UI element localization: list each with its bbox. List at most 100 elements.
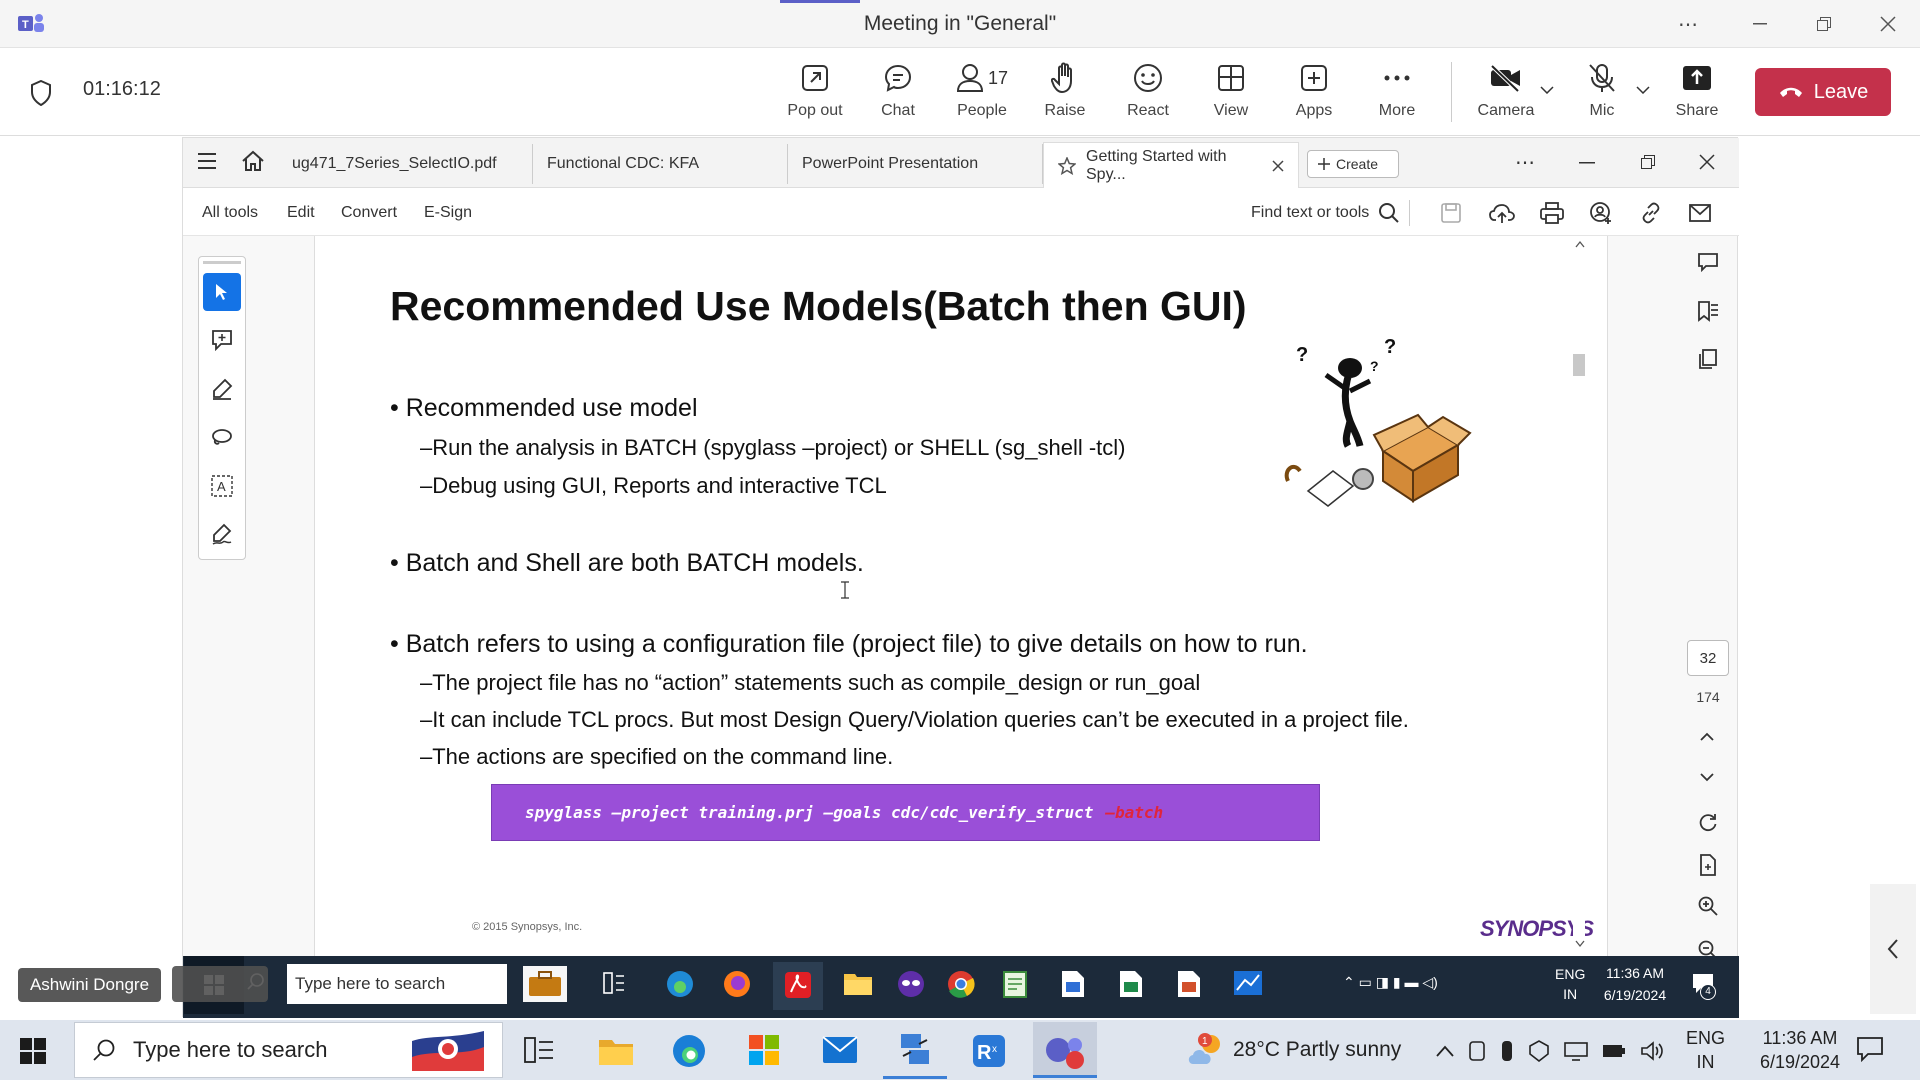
- acrobat-close-icon[interactable]: [1699, 154, 1715, 170]
- mail-icon[interactable]: [822, 1036, 858, 1064]
- teams-active-indicator: [1033, 1075, 1097, 1078]
- tab-selectio-pdf[interactable]: ug471_7Series_SelectIO.pdf: [278, 144, 533, 184]
- menu-all-tools[interactable]: All tools: [202, 204, 258, 222]
- zoom-in-icon[interactable]: [1698, 896, 1718, 916]
- search-icon[interactable]: [1378, 202, 1400, 224]
- tray-expand-icon[interactable]: [1436, 1045, 1454, 1057]
- chat-button[interactable]: Chat: [858, 60, 938, 128]
- pages-panel-icon[interactable]: [1697, 348, 1719, 370]
- task-view-icon[interactable]: [523, 1036, 555, 1064]
- bookmarks-panel-icon[interactable]: [1697, 300, 1719, 322]
- view-button[interactable]: View: [1191, 60, 1271, 128]
- link-icon[interactable]: [1640, 202, 1662, 224]
- sign-tool-icon[interactable]: [203, 515, 241, 553]
- rotate-icon[interactable]: [1698, 813, 1718, 833]
- display-icon[interactable]: [1564, 1041, 1588, 1061]
- volume-icon[interactable]: [1640, 1040, 1664, 1062]
- r-studio-icon[interactable]: Rx: [972, 1034, 1006, 1068]
- camera-button[interactable]: Camera: [1466, 60, 1546, 128]
- mic-options-chevron-icon[interactable]: [1636, 86, 1650, 94]
- shield-icon: [30, 80, 52, 106]
- copyright-text: © 2015 Synopsys, Inc.: [472, 921, 583, 933]
- next-page-icon[interactable]: [1700, 773, 1714, 782]
- hand-icon: [1051, 60, 1079, 96]
- share-button[interactable]: Share: [1657, 60, 1737, 128]
- cloud-upload-icon[interactable]: [1489, 202, 1515, 224]
- popout-button[interactable]: Pop out: [775, 60, 855, 128]
- acrobat-restore-icon[interactable]: [1641, 155, 1655, 169]
- people-icon: [956, 63, 984, 93]
- edge-icon[interactable]: [672, 1034, 706, 1068]
- lasso-tool-icon[interactable]: [203, 419, 241, 457]
- apps-button[interactable]: Apps: [1274, 60, 1354, 128]
- pdf-page-view[interactable]: Recommended Use Models(Batch then GUI) •…: [314, 236, 1608, 956]
- usb-drive-icon[interactable]: [1500, 1040, 1514, 1062]
- home-icon[interactable]: [241, 150, 265, 172]
- comment-tool-icon[interactable]: [203, 321, 241, 359]
- text-select-tool-icon[interactable]: A: [203, 467, 241, 505]
- language-indicator[interactable]: ENG IN: [1686, 1026, 1725, 1074]
- scroll-down-arrow-icon[interactable]: [1575, 940, 1585, 948]
- presenter-video-thumb[interactable]: [172, 966, 268, 1002]
- taskbar-search-box[interactable]: Type here to search: [74, 1022, 503, 1078]
- menu-edit[interactable]: Edit: [287, 204, 315, 222]
- menu-esign[interactable]: E-Sign: [424, 204, 472, 222]
- mic-button[interactable]: Mic: [1562, 60, 1642, 128]
- remote-desktop-icon[interactable]: [897, 1032, 933, 1068]
- taskbar-clock[interactable]: 11:36 AM 6/19/2024: [1740, 1026, 1860, 1074]
- share-user-icon[interactable]: [1589, 201, 1613, 225]
- tab-powerpoint[interactable]: PowerPoint Presentation: [788, 144, 1043, 184]
- start-icon[interactable]: [20, 1038, 46, 1064]
- save-icon[interactable]: [1440, 202, 1462, 224]
- more-icon[interactable]: ⋯: [1668, 8, 1708, 40]
- extract-page-icon[interactable]: [1698, 854, 1718, 876]
- previous-page-icon[interactable]: [1700, 732, 1714, 741]
- create-button[interactable]: Create: [1307, 150, 1399, 178]
- tab-getting-started[interactable]: Getting Started with Spy...: [1043, 142, 1299, 188]
- hamburger-menu-icon[interactable]: [197, 152, 217, 170]
- scroll-up-arrow-icon[interactable]: [1575, 240, 1585, 248]
- bullet-level2: –The actions are specified on the comman…: [420, 744, 894, 769]
- print-icon[interactable]: [1540, 202, 1564, 224]
- shared-screen-taskbar: Type here to search ⌃ ▭ ◨ ▮ ▬ ◁) ENG IN 1…: [183, 956, 1739, 1018]
- select-tool-icon[interactable]: [203, 273, 241, 311]
- action-center-icon[interactable]: [1856, 1036, 1884, 1062]
- menu-convert[interactable]: Convert: [341, 204, 397, 222]
- mic-off-icon: [1587, 60, 1617, 96]
- weather-text[interactable]: 28°C Partly sunny: [1233, 1038, 1401, 1062]
- tab-close-icon[interactable]: [1272, 159, 1284, 172]
- meet-now-icon[interactable]: [1468, 1040, 1486, 1062]
- tab-functional-cdc[interactable]: Functional CDC: KFA: [533, 144, 788, 184]
- strip-handle[interactable]: [203, 261, 241, 264]
- vertical-scrollbar[interactable]: [1573, 240, 1585, 952]
- microsoft-store-icon[interactable]: [748, 1034, 780, 1066]
- page-number-input[interactable]: 32: [1687, 640, 1729, 676]
- highlight-tool-icon[interactable]: [203, 370, 241, 408]
- panel-collapse-handle[interactable]: [1870, 884, 1916, 1014]
- raise-hand-button[interactable]: Raise: [1025, 60, 1105, 128]
- star-icon[interactable]: [1058, 156, 1076, 175]
- shield-tray-icon[interactable]: [1528, 1040, 1550, 1062]
- more-button[interactable]: More: [1357, 60, 1437, 128]
- react-button[interactable]: React: [1108, 60, 1188, 128]
- comments-panel-icon[interactable]: [1697, 252, 1719, 272]
- close-icon[interactable]: [1868, 8, 1908, 40]
- tabs-more-icon[interactable]: ⋯: [1515, 150, 1535, 175]
- find-tools-label[interactable]: Find text or tools: [1251, 204, 1369, 222]
- file-explorer-icon[interactable]: [598, 1036, 634, 1066]
- react-label: React: [1127, 102, 1169, 119]
- scroll-thumb[interactable]: [1573, 354, 1585, 376]
- teams-taskbar-button[interactable]: [1033, 1022, 1097, 1078]
- battery-icon[interactable]: [1602, 1042, 1626, 1060]
- shared-acrobat-icon: [773, 962, 823, 1010]
- minimize-icon[interactable]: [1740, 8, 1780, 40]
- acrobat-minimize-icon[interactable]: [1579, 162, 1595, 164]
- leave-button[interactable]: Leave: [1755, 68, 1891, 116]
- people-button[interactable]: 17 People: [942, 60, 1022, 128]
- restore-icon[interactable]: [1804, 8, 1844, 40]
- email-icon[interactable]: [1689, 204, 1711, 222]
- camera-label: Camera: [1477, 102, 1535, 119]
- chat-icon: [883, 60, 913, 96]
- weather-icon[interactable]: 1: [1185, 1032, 1225, 1068]
- camera-options-chevron-icon[interactable]: [1540, 86, 1554, 94]
